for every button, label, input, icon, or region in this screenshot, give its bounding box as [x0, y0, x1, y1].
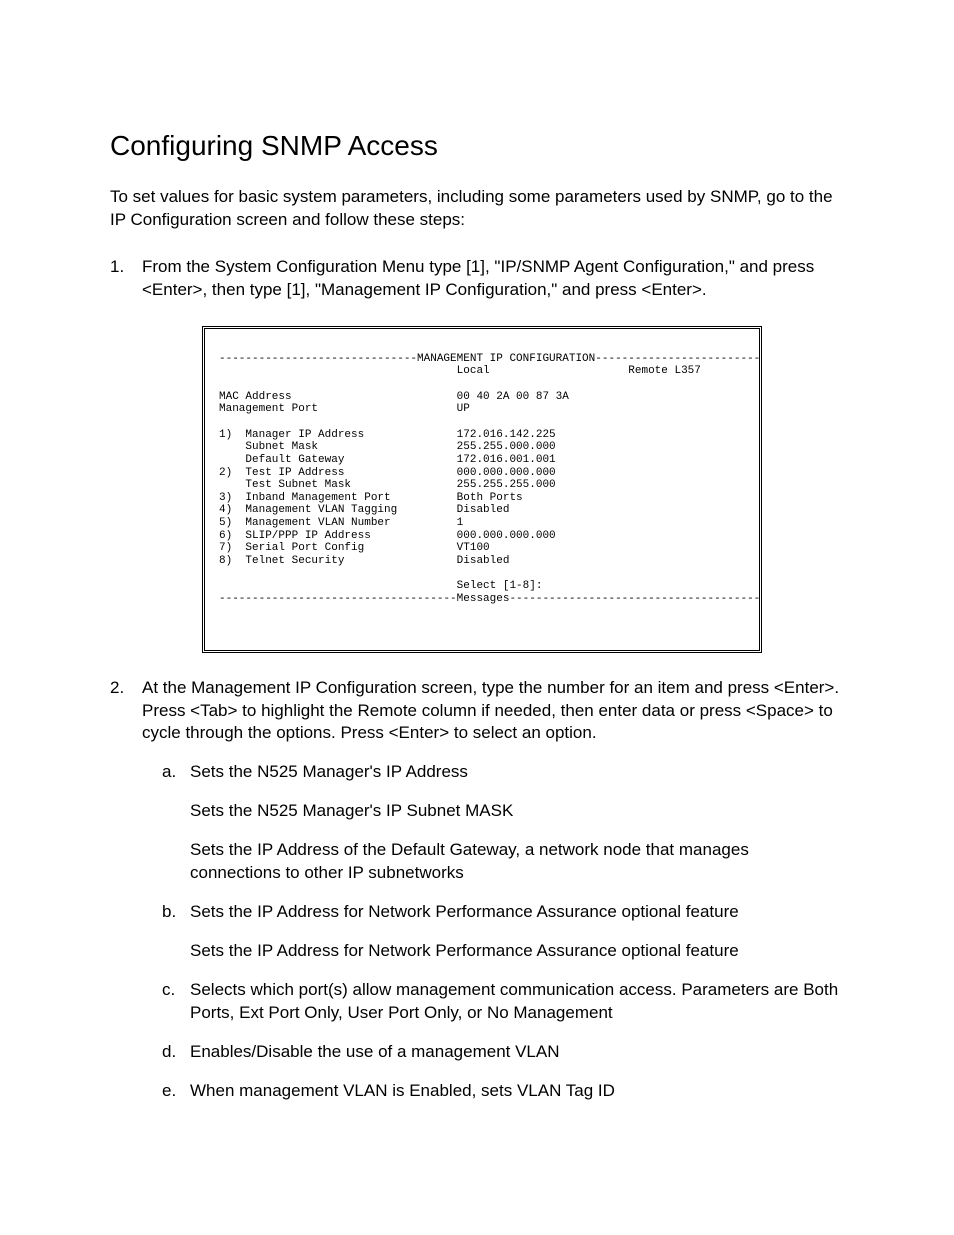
substep-description: Sets the IP Address for Network Performa… [190, 940, 844, 963]
substep-b: b. Sets the IP Address for Network Perfor… [162, 901, 844, 963]
substep-description: Sets the IP Address for Network Performa… [190, 901, 844, 924]
substep-description: Sets the IP Address of the Default Gatew… [190, 839, 844, 885]
substep-a: a. Sets the N525 Manager's IP Address Sets… [162, 761, 844, 885]
step-2-text: At the Management IP Configuration scree… [142, 678, 839, 743]
step-2: 2. At the Management IP Configuration sc… [110, 677, 844, 1103]
step-1-text: From the System Configuration Menu type … [142, 257, 814, 299]
substep-description: Sets the N525 Manager's IP Address [190, 761, 844, 784]
substep-description: Selects which port(s) allow management c… [190, 979, 844, 1025]
step-2-number: 2. [110, 677, 124, 700]
step-1-number: 1. [110, 256, 124, 279]
substep-c: c. Selects which port(s) allow management… [162, 979, 844, 1025]
intro-paragraph: To set values for basic system parameter… [110, 186, 844, 232]
substep-description: When management VLAN is Enabled, sets VL… [190, 1080, 844, 1103]
terminal-screen: ------------------------------MANAGEMENT… [202, 326, 762, 653]
substep-letter: e. [162, 1080, 176, 1103]
substep-letter: d. [162, 1041, 176, 1064]
step-1: 1. From the System Configuration Menu ty… [110, 256, 844, 653]
substep-description: Enables/Disable the use of a management … [190, 1041, 844, 1064]
substep-d: d. Enables/Disable the use of a managemen… [162, 1041, 844, 1064]
substep-description: Sets the N525 Manager's IP Subnet MASK [190, 800, 844, 823]
page-title: Configuring SNMP Access [110, 130, 844, 162]
substep-letter: a. [162, 761, 176, 784]
substep-e: e. When management VLAN is Enabled, sets … [162, 1080, 844, 1103]
substep-letter: c. [162, 979, 175, 1002]
substep-letter: b. [162, 901, 176, 924]
